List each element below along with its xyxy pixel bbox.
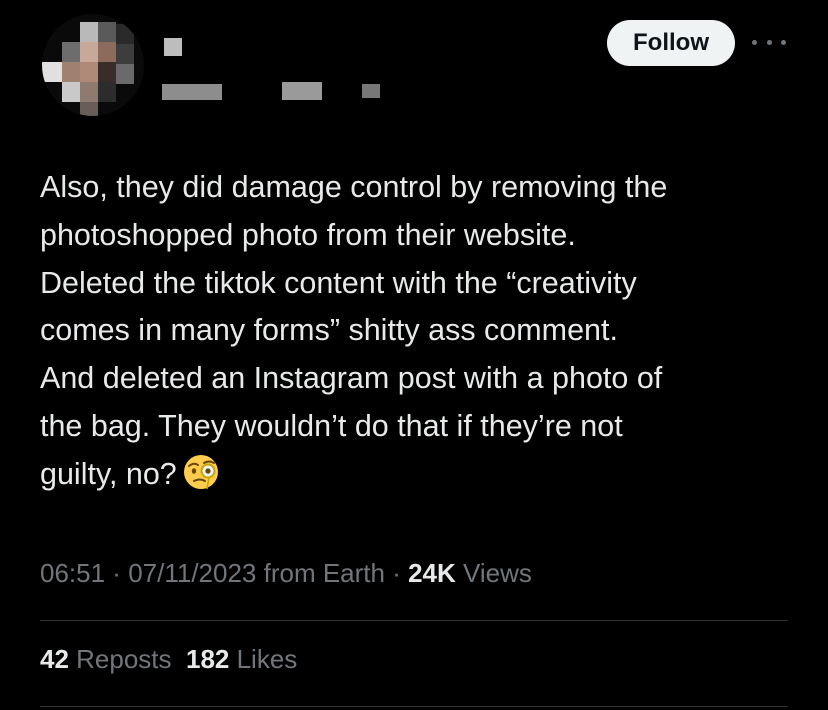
likes-label: Likes [229,644,298,674]
tweet-text-fragment: guilty, no? [40,456,177,491]
tweet-text-line: the bag. They wouldn’t do that if they’r… [40,408,623,443]
tweet-text-line: photoshopped photo from their website. [40,217,576,252]
separator: · [105,558,129,588]
tweet-location: from Earth [256,558,385,588]
engagement-stats: 42 Reposts 182 Likes [40,644,297,675]
views-count: 24K [408,558,456,588]
tweet-text-line: Deleted the tiktok content with the “cre… [40,265,637,300]
tweet-detail: Follow Also, they did damage control by … [0,0,828,710]
divider [40,620,788,621]
divider [40,706,788,707]
tweet-date[interactable]: 07/11/2023 [128,558,256,588]
reposts-count: 42 [40,644,69,674]
reposts-stat[interactable]: 42 Reposts [40,644,172,674]
tweet-text-line: And deleted an Instagram post with a pho… [40,361,663,396]
tweet-text-line: Also, they did damage control by removin… [40,170,668,204]
tweet-time[interactable]: 06:51 [40,558,105,588]
follow-button[interactable]: Follow [607,20,735,66]
author-name-redacted[interactable] [158,36,398,106]
reposts-label: Reposts [68,644,172,674]
tweet-text-line-last: guilty, no? [40,451,800,499]
tweet-text-line: comes in many forms” shitty ass comment. [40,313,618,348]
views-label: Views [455,558,532,588]
more-options-icon[interactable] [752,30,786,54]
tweet-text: Also, they did damage control by removin… [40,164,800,499]
likes-stat[interactable]: 182 Likes [186,644,297,674]
separator: · [384,558,409,588]
tweet-meta: 06:51 · 07/11/2023 from Earth · 24K View… [40,558,532,589]
likes-count: 182 [185,644,230,674]
avatar[interactable] [42,14,144,116]
face-with-monocle-icon [183,454,218,489]
